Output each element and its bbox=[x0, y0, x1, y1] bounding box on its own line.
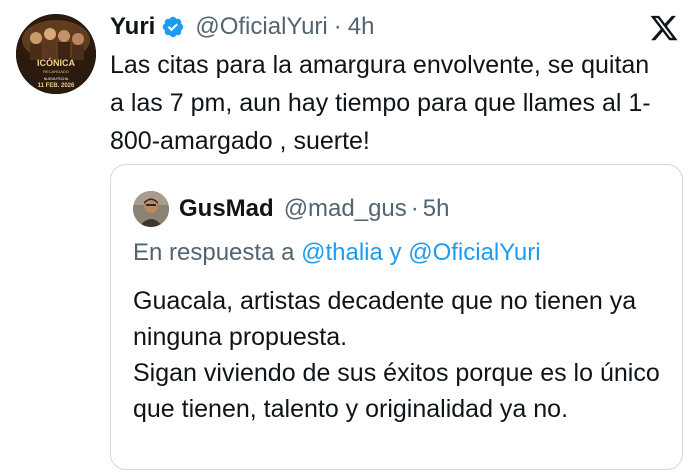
avatar-title-text: ICÓNICA bbox=[37, 57, 76, 68]
avatar-artwork: ICÓNICA RECARGADO NUEVA FECHA 11 FEB. 20… bbox=[16, 14, 96, 94]
quoted-tweet-timestamp[interactable]: 5h bbox=[423, 195, 450, 223]
avatar-date-text: 11 FEB. 2026 bbox=[38, 83, 75, 89]
quoted-author-handle[interactable]: @mad_gus bbox=[284, 195, 407, 223]
quoted-author-avatar[interactable] bbox=[133, 191, 169, 227]
reply-prefix: En respuesta a bbox=[133, 239, 295, 266]
avatar-caption-text: NUEVA FECHA bbox=[44, 77, 69, 81]
quoted-avatar-artwork bbox=[133, 191, 169, 227]
quoted-separator-dot: · bbox=[410, 195, 419, 222]
verified-badge-icon bbox=[161, 15, 185, 39]
author-avatar[interactable]: ICÓNICA RECARGADO NUEVA FECHA 11 FEB. 20… bbox=[16, 14, 96, 94]
quoted-tweet-body-text: Guacala, artistas decadente que no tiene… bbox=[133, 287, 660, 423]
author-name[interactable]: Yuri bbox=[110, 13, 155, 41]
quoted-tweet-header: GusMad @mad_gus · 5h bbox=[133, 191, 449, 227]
x-logo-icon[interactable] bbox=[649, 13, 679, 43]
reply-context: En respuesta a @thalia y @OficialYuri bbox=[133, 235, 541, 271]
tweet-card: ICÓNICA RECARGADO NUEVA FECHA 11 FEB. 20… bbox=[0, 0, 699, 475]
tweet-body-text: Las citas para la amargura envolvente, s… bbox=[110, 51, 657, 155]
reply-mention-oficialyuri[interactable]: @OficialYuri bbox=[408, 239, 540, 266]
reply-conjunction: y bbox=[389, 239, 402, 266]
reply-mention-thalia[interactable]: @thalia bbox=[301, 239, 383, 266]
quoted-tweet-card[interactable]: GusMad @mad_gus · 5h En respuesta a @tha… bbox=[110, 164, 683, 470]
author-handle[interactable]: @OficialYuri bbox=[195, 13, 327, 41]
separator-dot: · bbox=[333, 13, 342, 40]
tweet-timestamp[interactable]: 4h bbox=[348, 13, 375, 41]
quoted-author-name[interactable]: GusMad bbox=[179, 195, 274, 223]
tweet-header: Yuri @OficialYuri · 4h bbox=[110, 10, 374, 44]
avatar-subtitle-text: RECARGADO bbox=[43, 69, 69, 74]
